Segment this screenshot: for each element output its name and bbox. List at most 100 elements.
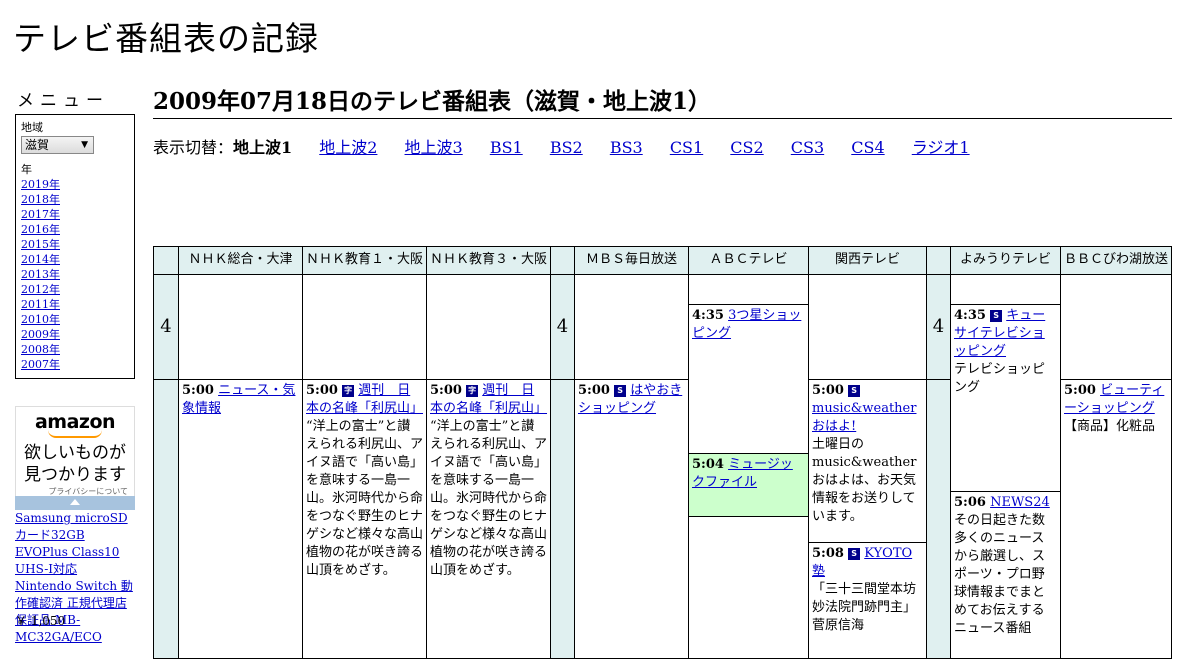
tab-cs3[interactable]: CS3 xyxy=(791,138,824,157)
region-select[interactable]: 滋賀 ▼ xyxy=(21,136,94,154)
channel-header: ＢＢＣびわ湖放送 xyxy=(1060,246,1172,275)
channel-header: ＮＨＫ教育１・大阪 xyxy=(302,246,427,275)
year-link-2007[interactable]: 2007年 xyxy=(21,358,60,371)
sidebar: メニュー 地域 滋賀 ▼ 年 2019年 2018年 2017年 2016年 2… xyxy=(15,86,135,379)
channel-header: ＮＨＫ教育３・大阪 xyxy=(426,246,551,275)
stereo-icon: S xyxy=(990,310,1003,322)
region-label: 地域 xyxy=(21,121,43,134)
year-link-2008[interactable]: 2008年 xyxy=(21,343,60,356)
program-time: 5:00 xyxy=(812,383,844,398)
hour-cell xyxy=(550,379,575,659)
ad-tagline-line1: 欲しいものが xyxy=(24,443,126,463)
program-cell: 4:35 S キューサイテレビショッピング テレビショッピング xyxy=(950,304,1061,492)
amazon-ad[interactable]: amazon 欲しいものが 見つかります プライバシーについて xyxy=(15,406,135,510)
program-cell: 5:04 ミュージックファイル xyxy=(688,453,809,517)
program-cell: 5:00 S はやおきショッピング xyxy=(574,379,689,659)
year-link-2009[interactable]: 2009年 xyxy=(21,328,60,341)
program-cell: 5:00 字 週刊 日本の名峰「利尻山」 “洋上の富士”と讃えられる利尻山、アイ… xyxy=(426,379,551,659)
ad-price: ￥ 1,050 xyxy=(15,614,66,628)
year-link-2014[interactable]: 2014年 xyxy=(21,253,60,266)
ad-collapse-bar[interactable] xyxy=(15,496,135,510)
program-desc: “洋上の富士”と讃えられる利尻山、アイヌ語で「高い島」を意味する一島一山。氷河時… xyxy=(306,419,424,578)
program-cell: 4:35 3つ星ショッピング xyxy=(688,304,809,454)
program-time: 5:00 xyxy=(306,383,338,398)
region-select-value: 滋賀 xyxy=(25,138,50,152)
tab-cs1[interactable]: CS1 xyxy=(670,138,703,157)
channel-header: ＮＨＫ総合・大津 xyxy=(178,246,303,275)
program-empty xyxy=(1060,274,1172,380)
program-cell: 5:00 ビューティーショッピング 【商品】化粧品 xyxy=(1060,379,1172,659)
switch-label: 表示切替： xyxy=(153,138,234,157)
stereo-icon: S xyxy=(848,548,861,560)
year-link-2017[interactable]: 2017年 xyxy=(21,208,60,221)
program-time: 5:00 xyxy=(578,383,610,398)
program-empty xyxy=(688,516,809,659)
stereo-icon: S xyxy=(614,385,627,397)
year-link-2019[interactable]: 2019年 xyxy=(21,178,60,191)
program-empty xyxy=(426,274,551,380)
hour-cell xyxy=(153,379,179,659)
program-time: 4:35 xyxy=(692,308,724,323)
tab-chijo2[interactable]: 地上波2 xyxy=(319,138,377,157)
hour-cell: 4 xyxy=(550,274,575,380)
program-time: 4:35 xyxy=(954,308,986,323)
program-empty xyxy=(688,274,809,305)
program-time: 5:00 xyxy=(1064,383,1096,398)
program-desc: その日起きた数多くのニュースから厳選し、スポーツ・プロ野球情報までまとめてお伝え… xyxy=(954,513,1046,636)
menu-heading: メニュー xyxy=(17,91,109,111)
year-link-2018[interactable]: 2018年 xyxy=(21,193,60,206)
program-empty xyxy=(574,274,689,380)
tab-chijo3[interactable]: 地上波3 xyxy=(405,138,463,157)
year-link-2011[interactable]: 2011年 xyxy=(21,298,60,311)
program-desc: 土曜日のmusic&weatherおはよは、お天気情報をお送りしています。 xyxy=(812,437,917,524)
program-desc: テレビショッピング xyxy=(954,362,1046,395)
program-cell: 5:00 字 週刊 日本の名峰「利尻山」 “洋上の富士”と讃えられる利尻山、アイ… xyxy=(302,379,427,659)
program-time: 5:04 xyxy=(692,457,724,472)
channel-header: ＡＢＣテレビ xyxy=(688,246,809,275)
channel-header: 関西テレビ xyxy=(808,246,927,275)
program-time: 5:00 xyxy=(182,383,214,398)
chevron-down-icon: ▼ xyxy=(81,140,88,150)
program-desc: 【商品】化粧品 xyxy=(1064,419,1156,434)
year-label: 年 xyxy=(21,163,32,176)
page-title: 2009年07月18日のテレビ番組表（滋賀・地上波1） xyxy=(153,82,1172,119)
hour-column-header xyxy=(153,246,179,275)
caption-icon: 字 xyxy=(342,385,355,397)
channel-header: よみうりテレビ xyxy=(950,246,1061,275)
hour-cell xyxy=(926,379,951,659)
hour-cell: 4 xyxy=(153,274,179,380)
hour-cell: 4 xyxy=(926,274,951,380)
amazon-logo: amazon xyxy=(34,411,116,433)
program-cell: 5:00 ニュース・気象情報 xyxy=(178,379,303,659)
program-time: 5:06 xyxy=(954,495,986,510)
stereo-icon: S xyxy=(848,385,861,397)
tab-bs2[interactable]: BS2 xyxy=(550,138,583,157)
program-empty xyxy=(950,274,1061,305)
program-desc: 「三十三間堂本坊妙法院門跡門主」菅原信海 xyxy=(812,582,917,633)
year-list: 2019年 2018年 2017年 2016年 2015年 2014年 2013… xyxy=(21,177,129,372)
year-link-2013[interactable]: 2013年 xyxy=(21,268,60,281)
tab-cs2[interactable]: CS2 xyxy=(730,138,763,157)
program-desc: “洋上の富士”と讃えられる利尻山、アイヌ語で「高い島」を意味する一島一山。氷河時… xyxy=(430,419,548,578)
program-empty xyxy=(808,274,927,380)
year-link-2012[interactable]: 2012年 xyxy=(21,283,60,296)
hour-column-header xyxy=(550,246,575,275)
program-title-link[interactable]: NEWS24 xyxy=(990,495,1050,510)
ad-tagline: 欲しいものが 見つかります xyxy=(16,442,134,486)
tab-current: 地上波1 xyxy=(233,138,293,157)
year-link-2010[interactable]: 2010年 xyxy=(21,313,60,326)
menu-box: 地域 滋賀 ▼ 年 2019年 2018年 2017年 2016年 2015年 … xyxy=(15,114,135,379)
program-time: 5:00 xyxy=(430,383,462,398)
program-cell: 5:06 NEWS24 その日起きた数多くのニュースから厳選し、スポーツ・プロ野… xyxy=(950,491,1061,659)
program-title-link[interactable]: music&weatherおはよ! xyxy=(812,401,916,434)
program-time: 5:08 xyxy=(812,546,844,561)
tab-bs1[interactable]: BS1 xyxy=(490,138,523,157)
year-link-2016[interactable]: 2016年 xyxy=(21,223,60,236)
tab-cs4[interactable]: CS4 xyxy=(851,138,884,157)
program-cell: 5:00 S music&weatherおはよ! 土曜日のmusic&weath… xyxy=(808,379,927,543)
collapse-up-icon xyxy=(70,499,80,505)
tab-radio1[interactable]: ラジオ1 xyxy=(912,138,970,157)
caption-icon: 字 xyxy=(466,385,479,397)
year-link-2015[interactable]: 2015年 xyxy=(21,238,60,251)
tab-bs3[interactable]: BS3 xyxy=(610,138,643,157)
